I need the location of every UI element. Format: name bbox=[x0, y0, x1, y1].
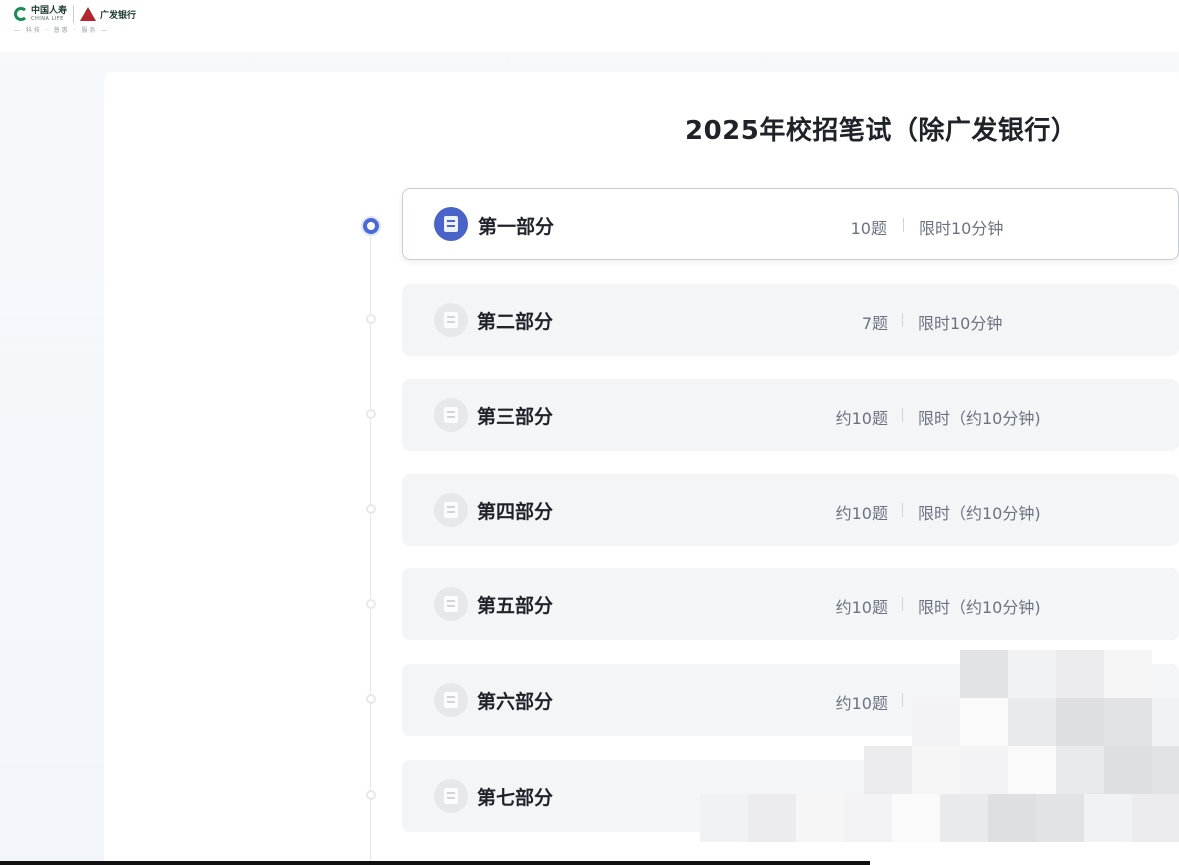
mosaic-redaction bbox=[700, 650, 1179, 865]
mosaic-tile bbox=[912, 746, 960, 794]
china-life-name: 中国人寿 bbox=[31, 5, 68, 16]
logo-group: 中国人寿 CHINA LIFE 广发银行 bbox=[14, 5, 136, 23]
section-separator bbox=[902, 503, 903, 517]
document-icon-glyph bbox=[444, 596, 458, 612]
document-icon bbox=[434, 587, 468, 621]
china-life-logo-text: 中国人寿 CHINA LIFE bbox=[31, 5, 68, 22]
timeline-dot bbox=[366, 599, 376, 609]
section-name: 第四部分 bbox=[477, 501, 554, 523]
mosaic-tile bbox=[1056, 650, 1104, 698]
section-separator bbox=[902, 408, 903, 422]
timeline-dot bbox=[366, 694, 376, 704]
mosaic-tile bbox=[960, 650, 1008, 698]
section-separator bbox=[902, 597, 903, 611]
section-name: 第一部分 bbox=[478, 216, 555, 238]
mosaic-tile bbox=[1008, 746, 1056, 794]
mosaic-tile bbox=[892, 794, 940, 842]
timeline-dot bbox=[366, 790, 376, 800]
section-name: 第三部分 bbox=[477, 406, 554, 428]
app-root: 中国人寿 CHINA LIFE 广发银行 — 科技 · 普惠 · 服务 — 20… bbox=[0, 0, 1179, 865]
section-row-1[interactable]: 第一部分 10题 限时10分钟 bbox=[402, 188, 1179, 260]
section-time-limit: 限时10分钟 bbox=[918, 314, 1003, 333]
mosaic-tile bbox=[1056, 698, 1104, 746]
page-title: 2025年校招笔试（除广发银行） bbox=[685, 116, 1078, 146]
section-time-limit: 限时10分钟 bbox=[919, 219, 1004, 238]
logo-slogan: — 科技 · 普惠 · 服务 — bbox=[14, 27, 110, 34]
mosaic-tile bbox=[1056, 746, 1104, 794]
mosaic-tile bbox=[1104, 746, 1152, 794]
section-time-limit: 限时（约10分钟) bbox=[918, 598, 1041, 617]
mosaic-tile bbox=[1132, 794, 1179, 842]
timeline-dot bbox=[366, 504, 376, 514]
document-icon bbox=[434, 207, 468, 241]
mosaic-tile bbox=[912, 698, 960, 746]
cgb-logo: 广发银行 bbox=[80, 7, 136, 21]
section-question-count: 7题 bbox=[861, 314, 888, 333]
mosaic-tile bbox=[988, 794, 1036, 842]
mosaic-tile bbox=[1104, 698, 1152, 746]
timeline-dot bbox=[366, 409, 376, 419]
section-name: 第五部分 bbox=[477, 595, 554, 617]
section-name: 第七部分 bbox=[477, 787, 554, 809]
section-separator bbox=[903, 218, 904, 232]
section-row-3[interactable]: 第三部分 约10题 限时（约10分钟) bbox=[402, 379, 1179, 451]
mosaic-tile bbox=[960, 746, 1008, 794]
document-icon bbox=[434, 398, 468, 432]
section-name: 第二部分 bbox=[477, 311, 554, 333]
bottom-edge-bar bbox=[0, 861, 870, 865]
document-icon-glyph bbox=[444, 312, 458, 328]
mosaic-tile bbox=[748, 794, 796, 842]
mosaic-tile bbox=[844, 794, 892, 842]
section-time-limit: 限时（约10分钟) bbox=[918, 504, 1041, 523]
mosaic-tile bbox=[1084, 794, 1132, 842]
section-time-limit: 限时（约10分钟) bbox=[918, 409, 1041, 428]
mosaic-tile bbox=[1036, 794, 1084, 842]
mosaic-tile bbox=[960, 698, 1008, 746]
document-icon-glyph bbox=[444, 216, 458, 232]
section-name: 第六部分 bbox=[477, 691, 554, 713]
mosaic-tile bbox=[700, 794, 748, 842]
mosaic-tile bbox=[796, 794, 844, 842]
timeline-dot bbox=[366, 314, 376, 324]
timeline-dot bbox=[363, 218, 379, 234]
mosaic-tile bbox=[1104, 650, 1152, 698]
document-icon bbox=[434, 493, 468, 527]
document-icon-glyph bbox=[444, 502, 458, 518]
document-icon-glyph bbox=[444, 692, 458, 708]
timeline-line bbox=[370, 232, 371, 865]
mosaic-tile bbox=[940, 794, 988, 842]
section-separator bbox=[902, 313, 903, 327]
document-icon bbox=[434, 779, 468, 813]
cgb-name: 广发银行 bbox=[100, 10, 137, 21]
section-row-4[interactable]: 第四部分 约10题 限时（约10分钟) bbox=[402, 474, 1179, 546]
section-row-5[interactable]: 第五部分 约10题 限时（约10分钟) bbox=[402, 568, 1179, 640]
document-icon-glyph bbox=[444, 407, 458, 423]
china-life-logo-icon bbox=[14, 7, 28, 21]
document-icon bbox=[434, 303, 468, 337]
mosaic-tile bbox=[1008, 698, 1056, 746]
mosaic-tile bbox=[1152, 746, 1179, 794]
top-header: 中国人寿 CHINA LIFE 广发银行 — 科技 · 普惠 · 服务 — bbox=[0, 0, 1179, 52]
section-question-count: 约10题 bbox=[835, 409, 888, 428]
mosaic-tile bbox=[1152, 698, 1179, 746]
section-question-count: 10题 bbox=[850, 219, 887, 238]
cgb-logo-icon bbox=[80, 7, 97, 21]
logo-divider bbox=[73, 5, 75, 23]
document-icon bbox=[434, 683, 468, 717]
section-question-count: 约10题 bbox=[835, 598, 888, 617]
mosaic-tile bbox=[864, 746, 912, 794]
mosaic-tile bbox=[1008, 650, 1056, 698]
china-life-logo: 中国人寿 CHINA LIFE bbox=[14, 5, 68, 22]
china-life-sub: CHINA LIFE bbox=[31, 15, 64, 22]
section-row-2[interactable]: 第二部分 7题 限时10分钟 bbox=[402, 284, 1179, 356]
document-icon-glyph bbox=[444, 788, 458, 804]
section-question-count: 约10题 bbox=[835, 504, 888, 523]
